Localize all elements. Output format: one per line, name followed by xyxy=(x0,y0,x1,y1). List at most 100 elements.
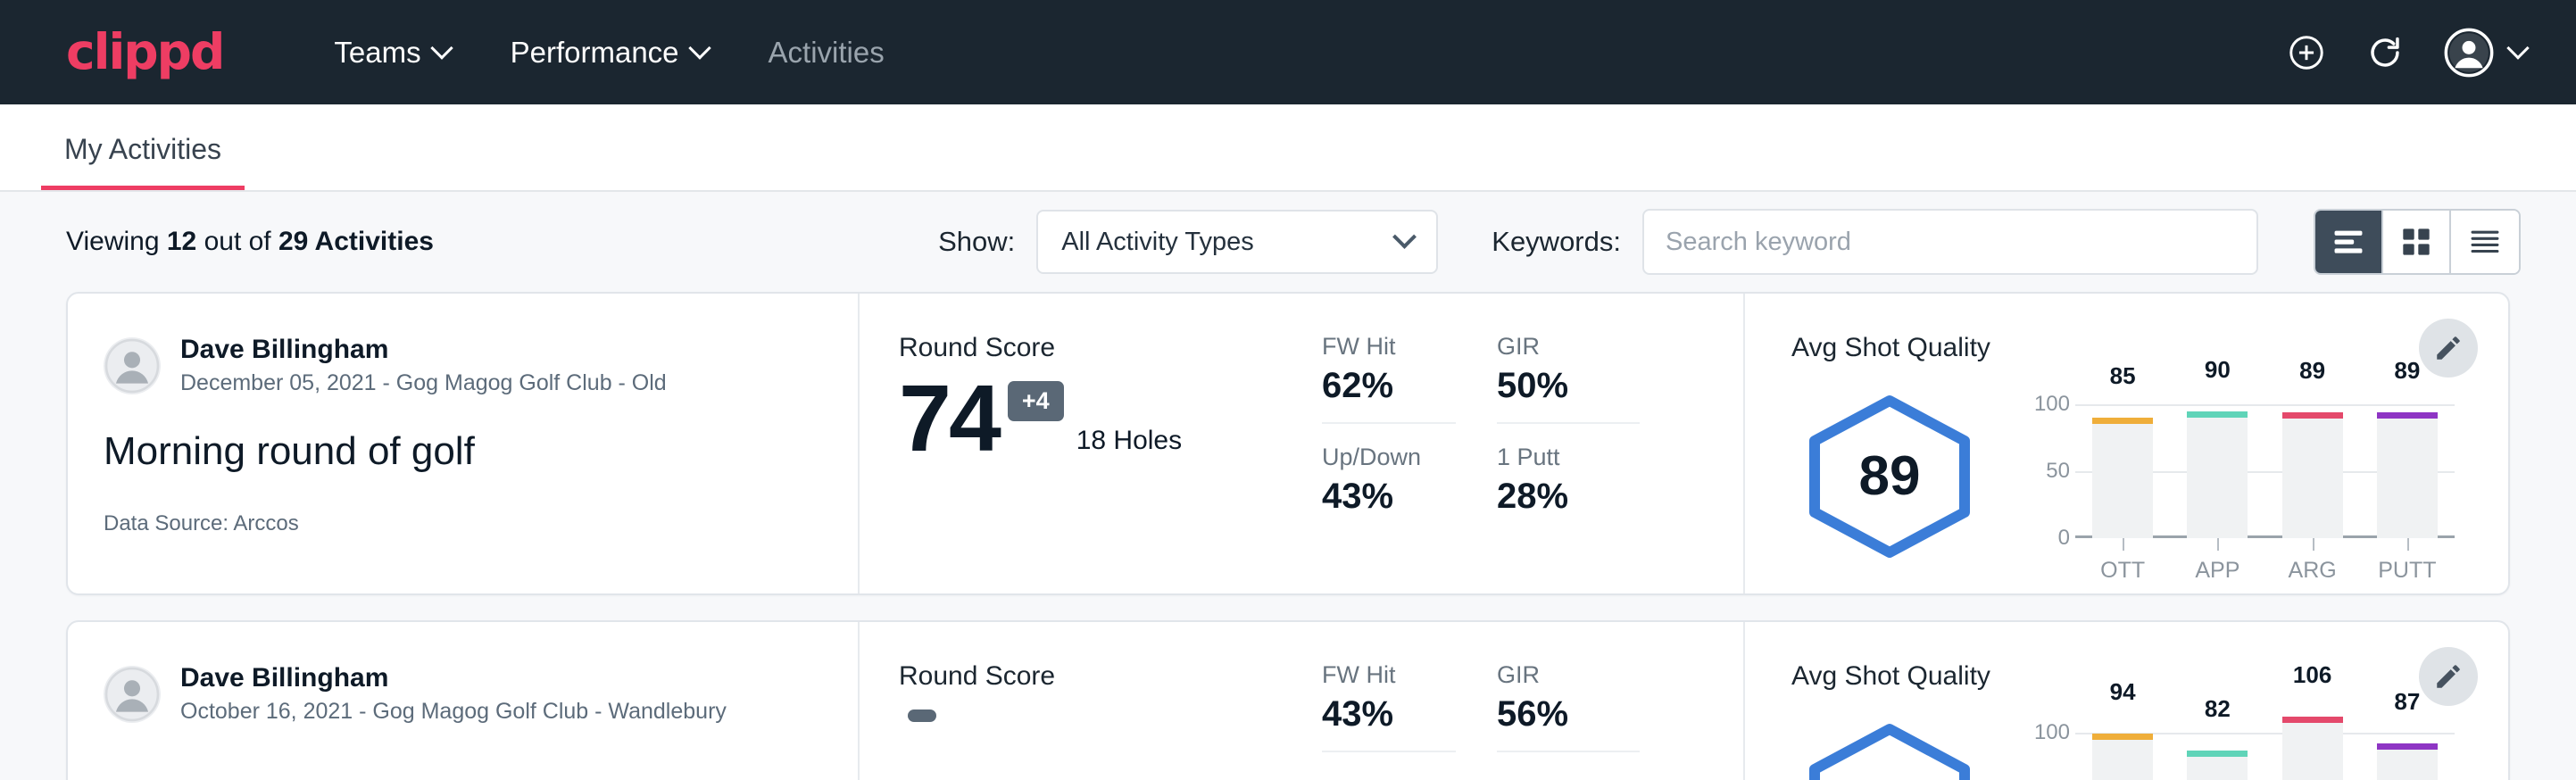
stat-gir-value: 56% xyxy=(1497,694,1640,734)
x-tick-mark xyxy=(2313,538,2314,551)
chart-bar-app: 90 xyxy=(2170,369,2264,538)
stat-up-down: Up/Down 43% xyxy=(1322,444,1456,533)
y-tick-100: 100 xyxy=(2034,392,2070,417)
activity-summary-column: Dave Billingham October 16, 2021 - Gog M… xyxy=(68,622,858,780)
clippd-logo[interactable]: clippd xyxy=(66,28,223,77)
bar-value-label: 89 xyxy=(2394,357,2420,385)
filter-controls: Show: All Activity Types Keywords: xyxy=(938,209,2521,275)
round-stats-grid: FW Hit 62% GIR 50% Up/Down 43% 1 Putt 28… xyxy=(1322,333,1743,533)
activity-summary-column: Dave Billingham December 05, 2021 - Gog … xyxy=(68,294,858,593)
viewing-total: 29 Activities xyxy=(278,227,434,256)
chevron-down-icon xyxy=(1392,225,1417,249)
nav-item-teams[interactable]: Teams xyxy=(303,27,479,79)
tab-my-activities[interactable]: My Activities xyxy=(41,133,245,190)
x-axis-label-ott: OTT xyxy=(2075,558,2170,584)
stat-gir: GIR 56% xyxy=(1497,661,1640,752)
account-avatar-icon xyxy=(2444,28,2494,78)
avg-shot-quality-body: 100 50 0 948210687 OTTAPPARGPUTT xyxy=(1791,697,2455,780)
stat-gir-label: GIR xyxy=(1497,333,1640,361)
x-axis-label-putt: PUTT xyxy=(2360,558,2455,584)
player-name: Dave Billingham xyxy=(180,333,667,367)
list-compact-icon xyxy=(2331,227,2365,257)
view-mode-list-detail-button[interactable] xyxy=(2451,211,2519,273)
stat-gir-value: 50% xyxy=(1497,366,1640,406)
chart-bars: 948210687 xyxy=(2075,697,2455,780)
stat-gir-label: GIR xyxy=(1497,661,1640,689)
chart-x-labels: OTTAPPARGPUTT xyxy=(2075,558,2455,584)
chart-bar-arg: 89 xyxy=(2265,369,2360,538)
activity-type-select[interactable]: All Activity Types xyxy=(1036,210,1438,274)
edit-activity-button[interactable] xyxy=(2419,647,2478,706)
viewing-count-text: Viewing 12 out of 29 Activities xyxy=(66,227,434,257)
bar-cap xyxy=(2282,412,2343,419)
activity-card[interactable]: Dave Billingham December 05, 2021 - Gog … xyxy=(66,292,2510,595)
view-mode-list-compact-button[interactable] xyxy=(2315,211,2383,273)
bar-body xyxy=(2092,734,2153,780)
chart-y-axis: 100 50 0 xyxy=(2020,369,2075,538)
stat-one-putt: 1 Putt 28% xyxy=(1497,444,1640,533)
chart-y-axis: 100 50 0 xyxy=(2020,697,2075,780)
bar-value-label: 90 xyxy=(2205,356,2231,384)
stat-one-putt-value: 28% xyxy=(1497,477,1640,517)
activity-title: Morning round of golf xyxy=(104,429,826,474)
bar-body xyxy=(2282,412,2343,538)
stat-fw-hit-label: FW Hit xyxy=(1322,661,1456,689)
bar-body xyxy=(2282,717,2343,780)
avg-shot-quality-heading: Avg Shot Quality xyxy=(1791,333,2455,363)
avg-shot-quality-body: 89 100 50 0 85908989 xyxy=(1791,369,2455,584)
search-input[interactable] xyxy=(1642,209,2258,275)
tab-my-activities-label: My Activities xyxy=(64,133,221,165)
avatar xyxy=(104,337,161,394)
stat-one-putt-label: 1 Putt xyxy=(1497,444,1640,471)
chevron-down-icon xyxy=(688,37,710,59)
stat-up-down-value: 43% xyxy=(1322,477,1456,517)
hexagon-icon xyxy=(1800,720,1979,780)
view-mode-grid-button[interactable] xyxy=(2383,211,2451,273)
viewing-count: 12 xyxy=(167,227,196,256)
pencil-icon xyxy=(2433,333,2464,363)
activity-type-value: All Activity Types xyxy=(1061,228,1253,257)
bar-cap xyxy=(2092,418,2153,424)
score-differential-badge xyxy=(908,709,936,722)
x-tick-mark xyxy=(2407,538,2409,551)
viewing-middle: out of xyxy=(196,227,278,256)
chart-plot-area: 85908989 xyxy=(2075,369,2455,538)
account-menu[interactable] xyxy=(2444,28,2526,78)
activity-meta: December 05, 2021 - Gog Magog Golf Club … xyxy=(180,369,667,399)
page-tab-bar: My Activities xyxy=(0,104,2576,192)
bar-body xyxy=(2187,411,2248,539)
round-score-column: Round Score xyxy=(860,622,1315,780)
chevron-down-icon xyxy=(2506,37,2529,59)
x-tick-mark xyxy=(2217,538,2219,551)
chart-bars: 85908989 xyxy=(2075,369,2455,538)
activity-card[interactable]: Dave Billingham October 16, 2021 - Gog M… xyxy=(66,620,2510,780)
bar-cap xyxy=(2377,412,2438,419)
round-stats-grid: FW Hit 43% GIR 56% xyxy=(1322,661,1743,772)
nav-item-performance[interactable]: Performance xyxy=(480,27,738,79)
bar-body xyxy=(2187,751,2248,780)
bar-value-label: 106 xyxy=(2293,661,2331,689)
shot-quality-bar-chart: 100 50 0 85908989 OTTAPPARGPUTT xyxy=(1988,369,2455,584)
y-tick-0: 0 xyxy=(2058,526,2070,551)
y-tick-100: 100 xyxy=(2034,720,2070,745)
person-avatar-icon xyxy=(104,667,160,722)
bar-value-label: 87 xyxy=(2394,688,2420,716)
bar-cap xyxy=(2282,717,2343,723)
add-circle-icon[interactable] xyxy=(2287,33,2326,72)
nav-item-activities[interactable]: Activities xyxy=(738,27,915,79)
y-tick-50: 50 xyxy=(2046,459,2070,484)
refresh-icon[interactable] xyxy=(2365,33,2405,72)
holes-played: 18 Holes xyxy=(1076,426,1182,463)
bar-value-label: 82 xyxy=(2205,695,2231,723)
shot-quality-bar-chart: 100 50 0 948210687 OTTAPPARGPUTT xyxy=(1988,697,2455,780)
stat-gir: GIR 50% xyxy=(1497,333,1640,424)
edit-activity-button[interactable] xyxy=(2419,319,2478,378)
filter-toolbar: Viewing 12 out of 29 Activities Show: Al… xyxy=(0,192,2576,292)
activity-author: Dave Billingham December 05, 2021 - Gog … xyxy=(104,333,826,399)
bar-value-label: 94 xyxy=(2110,678,2136,706)
activity-card-list: Dave Billingham December 05, 2021 - Gog … xyxy=(0,292,2576,780)
avg-shot-quality-column: Avg Shot Quality 100 50 xyxy=(1745,622,2508,780)
chart-plot-area: 948210687 xyxy=(2075,697,2455,780)
round-stats-column: FW Hit 62% GIR 50% Up/Down 43% 1 Putt 28… xyxy=(1315,294,1743,593)
bar-cap xyxy=(2187,751,2248,757)
